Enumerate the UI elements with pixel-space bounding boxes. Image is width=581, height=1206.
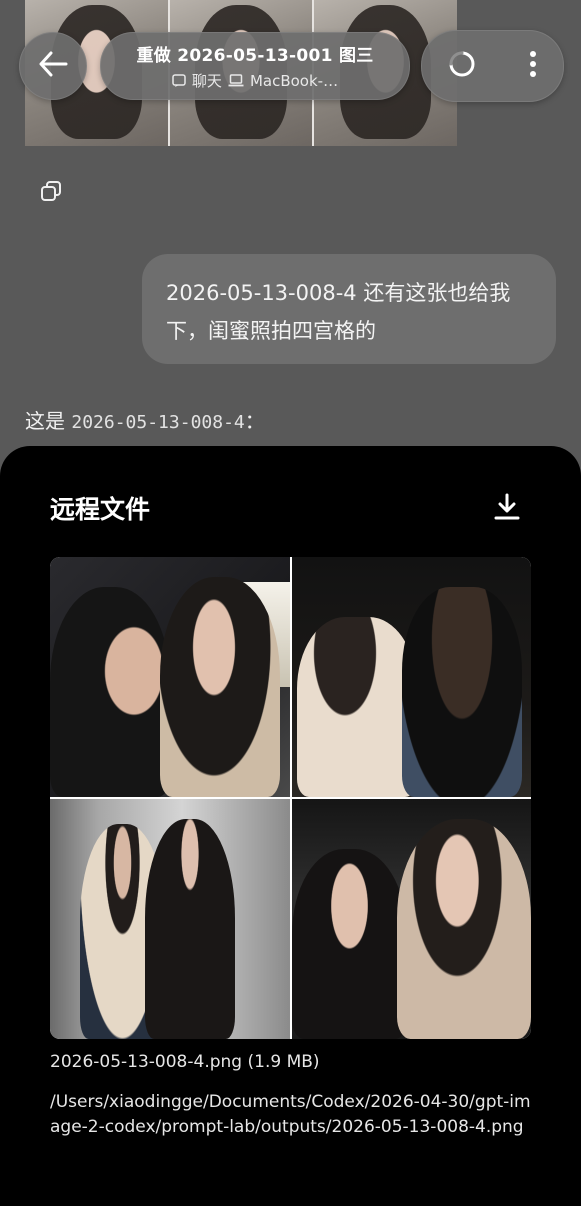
reply-suffix: ： [244,409,265,433]
spinner-icon[interactable] [448,50,476,82]
subtitle-chat-label: 聊天 [191,72,222,90]
file-name: 2026-05-13-008-4.png (1.9 MB) [50,1052,320,1072]
file-path: /Users/xiaodingge/Documents/Codex/2026-0… [50,1092,531,1137]
copy-icon[interactable] [40,180,62,206]
user-message-bubble[interactable]: 2026-05-13-008-4 还有这张也给我下，闺蜜照拍四宫格的 [142,254,556,364]
photo-panel-top-left [50,557,290,797]
image-preview[interactable] [50,557,531,1039]
user-message-text: 2026-05-13-008-4 还有这张也给我下，闺蜜照拍四宫格的 [166,281,511,343]
sheet-title: 远程文件 [50,495,151,524]
background-light [232,582,290,687]
reply-prefix: 这是 [25,409,65,433]
photo-panel-bottom-right [292,799,531,1039]
download-icon[interactable] [492,492,522,526]
conversation-title: 重做 2026-05-13-001 图三 [136,46,374,66]
arrow-left-icon [38,51,68,81]
conversation-subtitle: 聊天 MacBook-… [172,70,338,91]
laptop-icon [228,74,244,87]
conversation-title-pill[interactable]: 重做 2026-05-13-001 图三 聊天 MacBook-… [100,32,410,100]
photo-panel-bottom-left [50,799,290,1039]
photo-panel-top-right [292,557,531,797]
reply-code: 2026-05-13-008-4 [71,412,245,433]
header-actions [421,30,564,102]
chat-icon [172,73,186,88]
assistant-reply: 这是 2026-05-13-008-4： [25,405,265,434]
subtitle-device-label: MacBook-… [249,71,339,90]
back-button[interactable] [19,32,87,100]
more-vertical-icon[interactable] [529,50,537,82]
